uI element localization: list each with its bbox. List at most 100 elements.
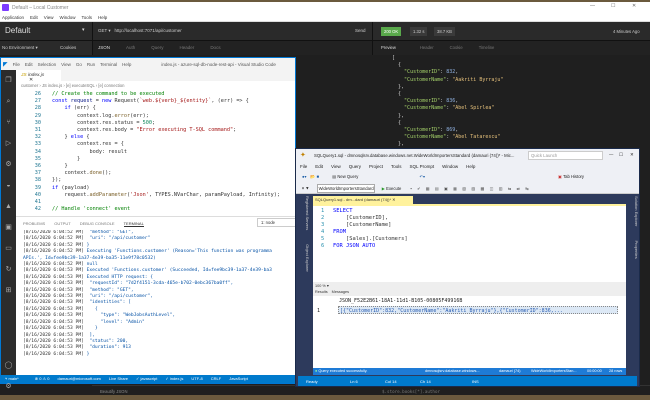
result-cell[interactable]: [{"CustomerID":832,"CustomerName":"Aakri…	[338, 306, 618, 314]
menu-terminal[interactable]: Terminal	[100, 62, 117, 67]
sql-editor[interactable]: 1 2 3 4 5 6 SELECT [CustomerID], [Custom…	[313, 204, 626, 282]
database-select[interactable]: WideWorldImportersStandard	[316, 184, 375, 193]
undo-icon[interactable]: ↶▾	[419, 174, 425, 179]
tab-docs[interactable]: Docs	[210, 45, 220, 50]
send-button[interactable]: Send	[355, 28, 366, 33]
remote-icon[interactable]: ▭	[1, 238, 16, 259]
menu-file[interactable]: File	[13, 62, 20, 67]
status-lint[interactable]: ✓ javascript	[136, 376, 157, 381]
menu-edit[interactable]: Edit	[315, 164, 323, 169]
cookies-button[interactable]: Cookies	[60, 45, 76, 50]
tab-query[interactable]: Query	[151, 45, 163, 50]
tab-problems[interactable]: PROBLEMS	[23, 221, 45, 226]
menu-tools[interactable]: Tools	[81, 15, 92, 20]
status-encoding[interactable]: UTF-8	[191, 376, 202, 381]
menu-view[interactable]: View	[44, 15, 54, 20]
account-icon[interactable]: ◯	[1, 355, 16, 376]
url-input[interactable]: http://localhost:7071/api/customer	[114, 28, 181, 33]
workspace-selector[interactable]: Default ▾	[0, 22, 92, 41]
run-icon[interactable]: ▷	[1, 133, 16, 154]
minimize-button[interactable]: —	[609, 152, 613, 157]
menu-help[interactable]: Help	[466, 164, 475, 169]
menu-sql-prompt[interactable]: SQL Prompt	[410, 164, 435, 169]
status-language[interactable]: JavaScript	[229, 376, 248, 381]
terminal-output[interactable]: [8/16/2020 6:04:52 PM] "method": "GET",[…	[23, 230, 295, 374]
debug-icon[interactable]: ⚙	[1, 154, 16, 175]
properties-tab[interactable]: Properties	[634, 240, 639, 258]
tab-output[interactable]: OUTPUT	[54, 221, 70, 226]
tab-header[interactable]: Header	[420, 45, 434, 50]
menu-run[interactable]: Run	[87, 62, 95, 67]
menu-view[interactable]: View	[331, 164, 341, 169]
explorer-icon[interactable]: ❐	[1, 70, 16, 91]
tab-debug-console[interactable]: DEBUG CONSOLE	[80, 221, 115, 226]
tab-header[interactable]: Header	[180, 45, 195, 50]
menu-window[interactable]: Window	[59, 15, 75, 20]
menu-edit[interactable]: Edit	[30, 15, 38, 20]
quick-launch-input[interactable]: Quick Launch	[528, 151, 603, 160]
maximize-button[interactable]: ☐	[611, 3, 615, 9]
tab-terminal[interactable]: TERMINAL	[123, 221, 144, 227]
log-message: Executing 'Functions.customer' (Reason='…	[83, 249, 272, 255]
status-problems[interactable]: ⊗ 0 ⚠ 0	[35, 376, 50, 381]
search-icon[interactable]: ⌕	[1, 91, 16, 112]
menu-selection[interactable]: Selection	[38, 62, 57, 67]
maximize-button[interactable]: ☐	[619, 152, 623, 158]
menu-edit[interactable]: Edit	[25, 62, 33, 67]
menu-project[interactable]: Project	[369, 164, 383, 169]
menu-help[interactable]: Help	[98, 15, 107, 20]
terminal-icon[interactable]: ▣	[1, 217, 16, 238]
open-icon[interactable]: 📂	[310, 174, 315, 179]
live-share-icon[interactable]: ↻	[1, 259, 16, 280]
minimize-button[interactable]: —	[590, 3, 595, 9]
response-meta: 200 OK 1.32 s 38.7 KB 4 Minutes Ago	[372, 22, 650, 41]
doc-tab-sqlquery1[interactable]: SQLQuery1.sql - drn...dard (damauri (74)…	[313, 196, 413, 204]
status-live-share[interactable]: Live Share	[109, 376, 128, 381]
menu-query[interactable]: Query	[349, 164, 361, 169]
extensions-icon[interactable]: ⊞	[1, 280, 16, 301]
menu-view[interactable]: View	[61, 62, 71, 67]
close-button[interactable]: ✕	[632, 3, 636, 9]
menu-file[interactable]: File	[300, 164, 307, 169]
method-select[interactable]: GET	[98, 28, 107, 33]
menu-go[interactable]: Go	[76, 62, 82, 67]
tab-cookie[interactable]: Cookie	[450, 45, 463, 50]
menu-window[interactable]: Window	[442, 164, 458, 169]
log-timestamp: [8/16/2020 6:04:53 PM]	[23, 319, 84, 325]
environment-select[interactable]: No Environment	[2, 45, 34, 50]
code-editor[interactable]: // Create the command to be executed con…	[52, 91, 295, 214]
tab-index-js[interactable]: JS index.js ✕	[16, 70, 61, 83]
back-icon[interactable]: ●▾	[302, 174, 307, 179]
status-account[interactable]: damauri@microsoft.com	[57, 376, 100, 381]
tab-results[interactable]: Results	[315, 290, 328, 294]
zoom-select[interactable]: 100 % ▾	[313, 282, 626, 289]
filter-icon[interactable]: ▾ ▼	[302, 186, 309, 191]
save-icon[interactable]: ■	[317, 174, 320, 179]
column-header[interactable]: JSON_F52E2B61-18A1-11d1-B105-00805F49916…	[339, 298, 462, 304]
menu-tools[interactable]: Tools	[391, 164, 402, 169]
panel-tabs: PROBLEMS OUTPUT DEBUG CONSOLE TERMINAL	[23, 221, 144, 227]
tab-json[interactable]: JSON	[98, 45, 110, 50]
query-toolbar-icons[interactable]: ▪ ✔ ▦ ▤ ▣ ▦ ▧ ▨ ▩ ◫ ▥ ⇆ ⇄ ↹	[410, 186, 530, 191]
tab-history-button[interactable]: ▣ Tab History	[558, 174, 584, 179]
tab-auth[interactable]: Auth	[126, 45, 135, 50]
close-button[interactable]: ✕	[630, 152, 634, 158]
status-eol[interactable]: CRLF	[211, 376, 221, 381]
status-branch[interactable]: ⑂ main*	[5, 376, 27, 381]
tab-messages[interactable]: Messages	[332, 290, 349, 294]
new-query-button[interactable]: ▤ New Query	[332, 174, 358, 179]
menu-application[interactable]: Application	[2, 15, 24, 20]
azure-icon[interactable]: ▲	[1, 196, 16, 217]
registered-servers-tab[interactable]: Registered Servers	[305, 196, 310, 230]
source-control-icon[interactable]: ⑂	[1, 112, 16, 133]
tab-preview[interactable]: Preview	[381, 45, 396, 50]
menu-help[interactable]: Help	[122, 62, 131, 67]
execute-button[interactable]: ▶ Execute	[382, 186, 402, 191]
tab-timeline[interactable]: Timeline	[479, 45, 495, 50]
status-file[interactable]: ✓ index.js	[165, 376, 183, 381]
object-explorer-tab[interactable]: Object Explorer	[305, 244, 310, 272]
docker-icon[interactable]: ◒	[1, 175, 16, 196]
history-dropdown[interactable]: 4 Minutes Ago	[613, 29, 640, 34]
terminal-select[interactable]: 1: node	[257, 218, 297, 227]
solution-explorer-tab[interactable]: Solution Explorer	[634, 196, 639, 226]
